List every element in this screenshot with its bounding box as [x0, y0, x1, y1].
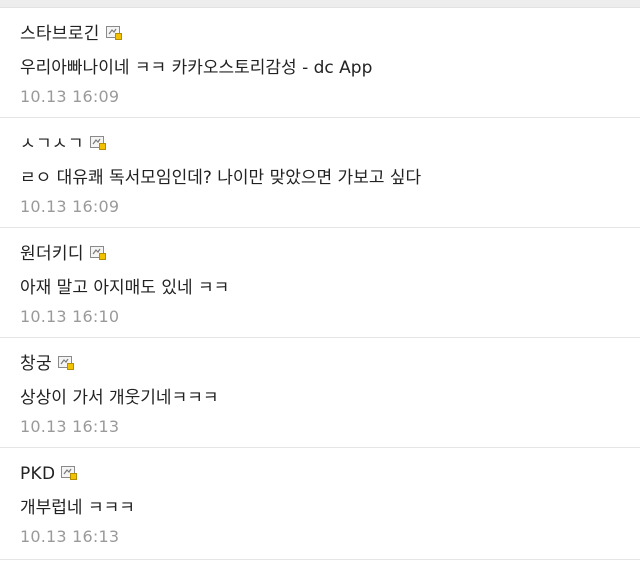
comment-item: PKD 개부럽네 ㅋㅋㅋ 10.13 16:13: [0, 448, 640, 560]
comment-timestamp: 10.13 16:13: [20, 417, 120, 436]
member-gallog-icon[interactable]: [105, 26, 122, 40]
comment-text: 개부럽네 ㅋㅋㅋ: [20, 498, 135, 518]
comment-author-row: PKD: [20, 462, 78, 486]
member-gallog-icon[interactable]: [89, 246, 106, 260]
comment-author-row: ㅅㄱㅅㄱ: [20, 132, 106, 156]
comment-timestamp: 10.13 16:13: [20, 527, 120, 546]
comment-author[interactable]: ㅅㄱㅅㄱ: [20, 132, 84, 156]
comment-item: 스타브로긴 우리아빠나이네 ㅋㅋ 카카오스토리감성 - dc App 10.13…: [0, 8, 640, 118]
comment-timestamp: 10.13 16:10: [20, 307, 120, 326]
comment-text: 우리아빠나이네 ㅋㅋ 카카오스토리감성 - dc App: [20, 58, 373, 78]
comment-item: ㅅㄱㅅㄱ ㄹㅇ 대유쾌 독서모임인데? 나이만 맞았으면 가보고 싶다 10.1…: [0, 118, 640, 228]
comment-author-row: 원더키디: [20, 242, 106, 266]
comment-author[interactable]: PKD: [20, 462, 55, 486]
comment-author[interactable]: 창궁: [20, 352, 52, 376]
comment-timestamp: 10.13 16:09: [20, 87, 120, 106]
member-gallog-icon[interactable]: [57, 356, 74, 370]
comment-author-row: 창궁: [20, 352, 74, 376]
comment-timestamp: 10.13 16:09: [20, 197, 120, 216]
comment-item: 원더키디 아재 말고 아지매도 있네 ㅋㅋ 10.13 16:10: [0, 228, 640, 338]
member-gallog-icon[interactable]: [61, 466, 78, 480]
comment-text: 상상이 가서 개웃기네ㅋㅋㅋ: [20, 388, 219, 408]
comment-text: ㄹㅇ 대유쾌 독서모임인데? 나이만 맞았으면 가보고 싶다: [20, 168, 422, 188]
comment-text: 아재 말고 아지매도 있네 ㅋㅋ: [20, 278, 230, 298]
comment-author[interactable]: 원더키디: [20, 242, 84, 266]
top-divider-bar: [0, 0, 640, 8]
comment-author[interactable]: 스타브로긴: [20, 22, 100, 46]
comment-item: 창궁 상상이 가서 개웃기네ㅋㅋㅋ 10.13 16:13: [0, 338, 640, 448]
comment-author-row: 스타브로긴: [20, 22, 122, 46]
comment-list: 스타브로긴 우리아빠나이네 ㅋㅋ 카카오스토리감성 - dc App 10.13…: [0, 8, 640, 560]
member-gallog-icon[interactable]: [89, 136, 106, 150]
